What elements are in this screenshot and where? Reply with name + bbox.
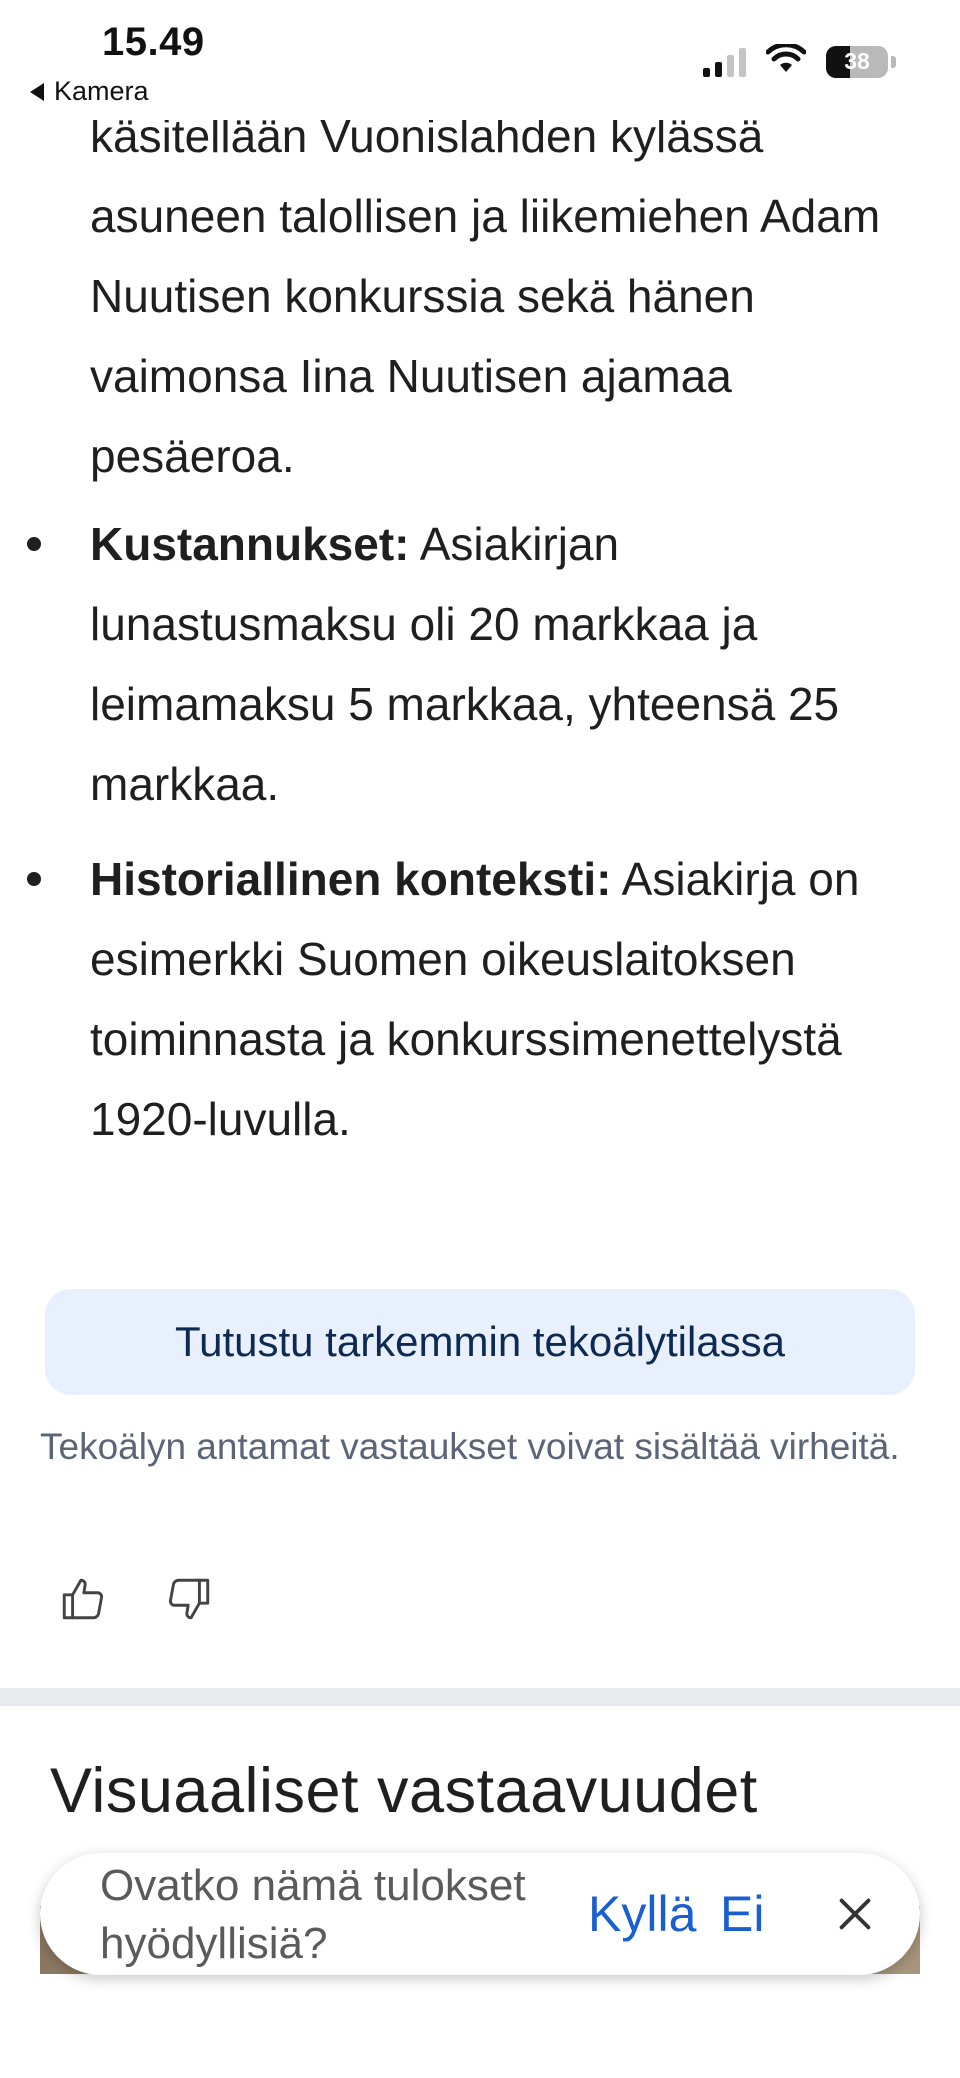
battery-icon: 38 (826, 45, 888, 78)
thumbs-down-icon[interactable] (164, 1574, 214, 1624)
feedback-prompt: Ovatko nämä tulokset hyödyllisiä? Kyllä … (40, 1853, 920, 1975)
bullet-historical-context: Historiallinen konteksti: Asiakirja on e… (90, 839, 930, 1159)
feedback-yes-button[interactable]: Kyllä (588, 1885, 696, 1943)
battery-level: 38 (844, 48, 870, 74)
status-bar: 15.49 Kamera 38 (0, 0, 960, 120)
close-icon[interactable] (832, 1891, 878, 1937)
back-to-app-label: Kamera (54, 76, 149, 106)
bullet-term: Kustannukset: (90, 518, 410, 570)
visual-matches-title: Visuaaliset vastaavuudet (50, 1756, 758, 1826)
cellular-signal-icon (703, 47, 746, 77)
wifi-icon (765, 42, 807, 79)
section-divider (0, 1688, 960, 1706)
answer-paragraph-text: käsitellään Vuonislahden kylässä asuneen… (90, 110, 881, 482)
ai-mode-button-label: Tutustu tarkemmin tekoälytilassa (174, 1318, 785, 1365)
bullet-dot (27, 537, 41, 551)
ai-disclaimer: Tekoälyn antamat vastaukset voivat sisäl… (40, 1426, 900, 1467)
back-arrow-icon (30, 82, 44, 101)
bullet-term: Historiallinen konteksti: (90, 853, 612, 905)
status-icons: 38 (703, 42, 896, 79)
battery-cap (891, 55, 896, 68)
bullet-costs: Kustannukset: Asiakirjan lunastusmaksu o… (90, 504, 930, 824)
ai-mode-button[interactable]: Tutustu tarkemmin tekoälytilassa (45, 1289, 915, 1395)
thumbs-up-icon[interactable] (58, 1574, 108, 1624)
back-to-app[interactable]: Kamera (30, 76, 149, 107)
status-time: 15.49 (102, 20, 205, 64)
feedback-no-button[interactable]: Ei (720, 1885, 764, 1943)
answer-paragraph: käsitellään Vuonislahden kylässä asuneen… (90, 108, 930, 496)
bullet-dot (27, 872, 41, 886)
feedback-question: Ovatko nämä tulokset hyödyllisiä? (100, 1861, 526, 1968)
